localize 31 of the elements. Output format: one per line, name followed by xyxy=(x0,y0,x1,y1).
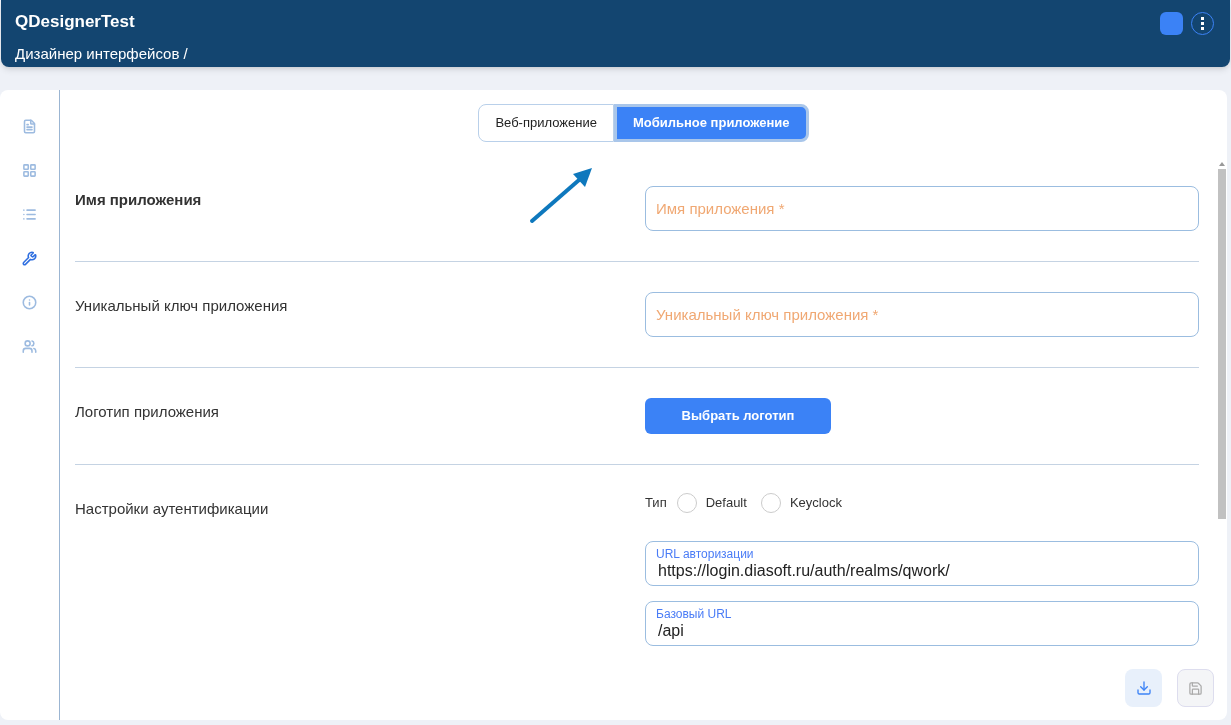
field-label: Базовый URL xyxy=(656,606,733,621)
mode-tab[interactable]: Мобильное приложение xyxy=(613,104,809,142)
row-label: Настройки аутентификации xyxy=(75,500,269,517)
url-field[interactable]: Базовый URL /api xyxy=(645,601,1199,646)
download-button[interactable] xyxy=(1125,669,1162,707)
save-button[interactable] xyxy=(1177,669,1214,707)
mode-tab[interactable]: Веб-приложение xyxy=(478,104,614,142)
app-title: QDesignerTest xyxy=(15,11,136,33)
tools-icon[interactable] xyxy=(21,250,38,266)
text-field[interactable]: Имя приложения * xyxy=(645,186,1199,231)
field-value: https://login.diasoft.ru/auth/realms/qwork/ xyxy=(657,561,951,581)
choose-logo-button[interactable]: Выбрать логотип xyxy=(645,398,831,434)
users-icon[interactable] xyxy=(21,338,38,354)
field-value: /api xyxy=(657,620,685,641)
download-icon xyxy=(1135,680,1152,696)
list-icon[interactable] xyxy=(21,206,38,222)
file-icon[interactable] xyxy=(21,118,38,134)
text-field[interactable]: Уникальный ключ приложения * xyxy=(645,292,1199,337)
field-label: URL авторизации xyxy=(656,546,755,561)
square-button[interactable] xyxy=(1160,12,1183,35)
type-label: Тип xyxy=(645,494,667,513)
row-label: Имя приложения xyxy=(75,191,202,208)
info-icon[interactable] xyxy=(21,294,38,310)
row-label: Логотип приложения xyxy=(75,403,219,420)
radio-label: Keyclock xyxy=(789,494,842,513)
url-field[interactable]: URL авторизации https://login.diasoft.ru/auth/realms/qwork/ xyxy=(645,541,1199,586)
breadcrumb: Дизайнер интерфейсов / xyxy=(15,43,188,64)
arrow-annotation xyxy=(529,166,595,224)
row-label: Уникальный ключ приложения xyxy=(75,297,288,314)
radio-label: Default xyxy=(705,494,747,513)
grid-icon[interactable] xyxy=(21,162,38,178)
